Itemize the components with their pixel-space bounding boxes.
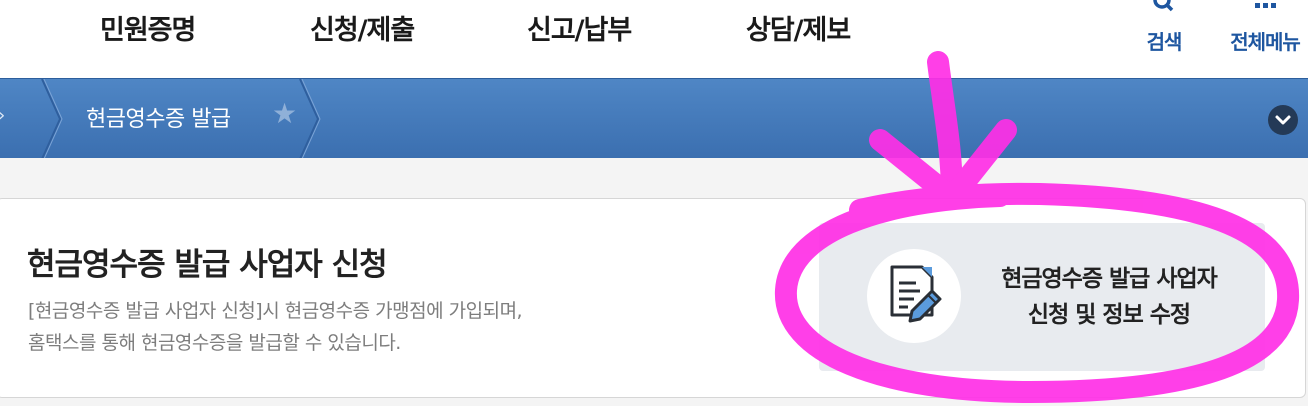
apply-button[interactable]: 현금영수증 발급 사업자 신청 및 정보 수정 [819,223,1265,371]
document-edit-icon [890,265,942,323]
apply-button-label-line: 신청 및 정보 수정 [1027,302,1191,328]
breadcrumb-separator-icon [299,79,321,159]
nav-menu-certificates[interactable]: 민원증명 [100,8,196,47]
grid-menu-icon [1253,0,1277,18]
breadcrumb-separator-icon [41,79,63,159]
card-description-line: 홈택스를 통해 현금영수증을 발급할 수 있습니다. [28,332,401,354]
favorite-star-icon[interactable]: ★ [272,97,297,130]
service-card: 현금영수증 발급 사업자 신청 [현금영수증 발급 사업자 신청]시 현금영수증… [0,198,1306,398]
apply-button-label-line: 현금영수증 발급 사업자 [1001,266,1218,292]
search-label: 검색 [1146,30,1183,54]
card-description: [현금영수증 발급 사업자 신청]시 현금영수증 가맹점에 가입되며, 홈택스를… [28,295,523,359]
apply-button-label: 현금영수증 발급 사업자 신청 및 정보 수정 [969,261,1249,333]
breadcrumb-current[interactable]: 현금영수증 발급 [86,101,231,133]
card-title: 현금영수증 발급 사업자 신청 [27,247,388,283]
nav-menu-apply-submit[interactable]: 신청/제출 [310,8,415,47]
breadcrumb-expand-button[interactable] [1268,105,1298,135]
breadcrumb: › 현금영수증 발급 ★ [0,78,1308,159]
breadcrumb-home-chevron-icon[interactable]: › [0,105,5,126]
top-navigation: 민원증명 신청/제출 신고/납부 상담/제보 검색 전체메뉴 [0,0,1308,78]
card-description-line: [현금영수증 발급 사업자 신청]시 현금영수증 가맹점에 가입되며, [28,300,523,322]
nav-menu-consult-report[interactable]: 상담/제보 [746,8,851,47]
search-button[interactable]: 검색 [1140,0,1188,60]
all-menu-label: 전체메뉴 [1230,30,1301,54]
chevron-down-icon [1275,115,1291,125]
all-menu-button[interactable]: 전체메뉴 [1222,0,1308,60]
nav-menu-report-pay[interactable]: 신고/납부 [527,8,632,47]
icon-circle [867,249,961,343]
search-icon [1152,0,1176,19]
